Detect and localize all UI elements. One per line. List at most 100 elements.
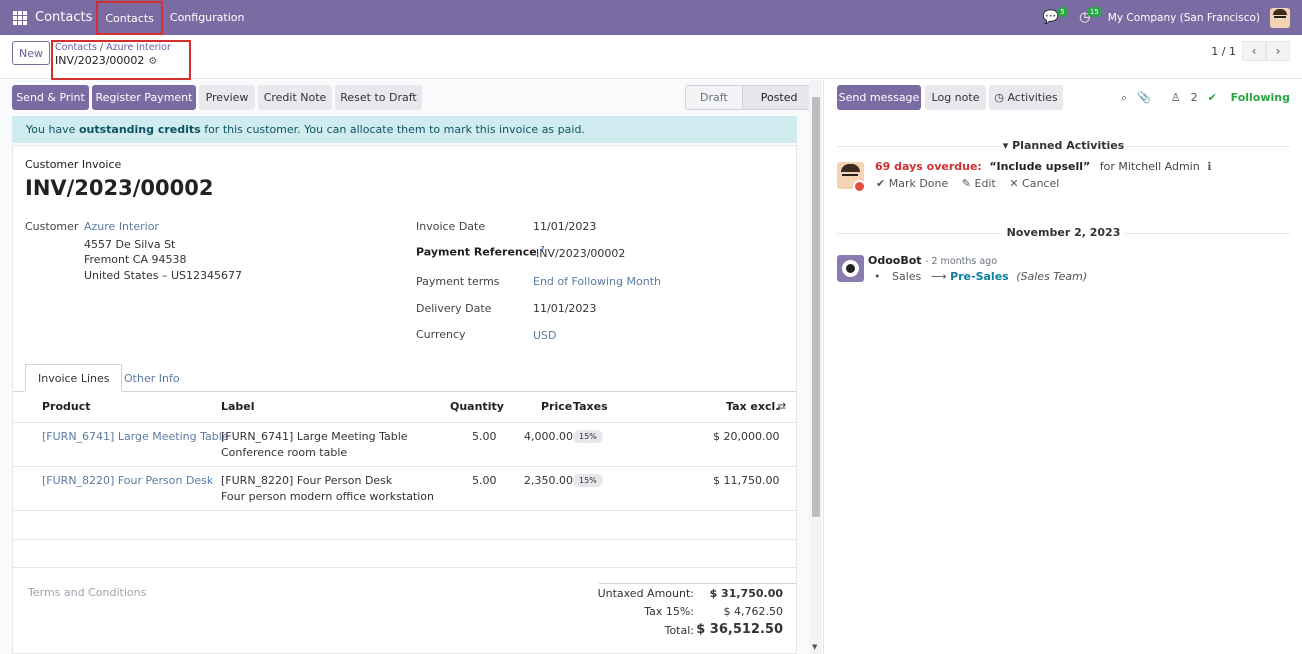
gear-icon[interactable]: ⚙	[148, 56, 157, 67]
chatter-panel: Send message Log note ◷ Activities ⌕ 📎 ♙…	[823, 80, 1302, 654]
pager-value[interactable]: 1 / 1	[1211, 45, 1236, 58]
column-settings-icon[interactable]: ⇄	[777, 400, 786, 413]
company-switcher[interactable]: My Company (San Francisco)	[1108, 12, 1260, 24]
column-price[interactable]: Price	[541, 400, 572, 413]
activity-header: 69 days overdue: “Include upsell” for Mi…	[875, 160, 1211, 173]
menu-configuration[interactable]: Configuration	[163, 0, 252, 35]
edit-activity-button[interactable]: ✎ Edit	[962, 177, 996, 190]
followers-button[interactable]: ♙ 2	[1161, 91, 1198, 104]
alert-text-prefix: You have	[26, 123, 76, 136]
clock-icon: ◷	[994, 91, 1004, 104]
column-taxes[interactable]: Taxes	[573, 400, 608, 413]
following-button[interactable]: ✔ Following	[1208, 91, 1290, 104]
activities-clock-icon[interactable]: ◷ 15	[1074, 6, 1102, 29]
tax-label: Tax 15%:	[644, 605, 694, 618]
messages-badge: 5	[1057, 6, 1068, 17]
row-2-quantity[interactable]: 5.00	[472, 474, 497, 487]
payment-reference-field[interactable]: INV/2023/00002	[536, 247, 625, 260]
caret-down-icon: ▾	[1002, 139, 1009, 152]
row-1-label-line-1[interactable]: [FURN_6741] Large Meeting Table	[221, 430, 408, 443]
tab-invoice-lines[interactable]: Invoice Lines	[25, 364, 123, 392]
row-2-label-line-2[interactable]: Four person modern office workstation	[221, 490, 434, 503]
pager-previous-icon[interactable]: ‹	[1242, 41, 1266, 61]
bullet: •	[874, 270, 881, 283]
activity-assignee: for Mitchell Admin	[1099, 160, 1200, 173]
control-panel: New Contacts / Azure Interior INV/2023/000…	[0, 35, 1302, 80]
reset-to-draft-button[interactable]: Reset to Draft	[335, 85, 422, 110]
activity-type-icon	[853, 180, 866, 193]
tab-other-info[interactable]: Other Info	[112, 364, 192, 392]
terms-and-conditions-field[interactable]: Terms and Conditions	[28, 586, 146, 599]
planned-activities-title: Planned Activities	[1012, 139, 1125, 152]
user-avatar[interactable]	[1270, 7, 1290, 28]
invoice-number: INV/2023/00002	[25, 176, 214, 200]
row-divider	[13, 422, 796, 423]
currency-field[interactable]: USD	[533, 329, 557, 342]
row-1-quantity[interactable]: 5.00	[472, 430, 497, 443]
send-message-button[interactable]: Send message	[837, 85, 921, 110]
section-rule-right	[1125, 233, 1290, 234]
customer-label: Customer	[25, 220, 79, 233]
activities-button[interactable]: ◷ Activities	[989, 85, 1063, 110]
pager-next-icon[interactable]: ›	[1266, 41, 1290, 61]
form-scrollbar[interactable]: ▼	[809, 80, 822, 654]
mark-done-button[interactable]: ✔ Mark Done	[876, 177, 948, 190]
tracking-value: • Sales ⟶ Pre-Sales (Sales Team)	[874, 270, 1087, 283]
odoobot-avatar[interactable]	[837, 255, 864, 282]
column-label[interactable]: Label	[221, 400, 255, 413]
credit-note-button[interactable]: Credit Note	[258, 85, 332, 110]
paperclip-icon[interactable]: 📎	[1137, 91, 1151, 104]
row-1-label-line-2[interactable]: Conference room table	[221, 446, 347, 459]
user-icon: ♙	[1170, 91, 1181, 104]
row-2-price[interactable]: 2,350.00	[524, 474, 573, 487]
pager: 1 / 1 ‹ ›	[1211, 41, 1290, 61]
payment-reference-label: Payment Reference ?	[416, 245, 545, 259]
row-1-price[interactable]: 4,000.00	[524, 430, 573, 443]
send-print-button[interactable]: Send & Print	[12, 85, 89, 110]
row-divider	[13, 567, 796, 568]
tracking-field-old: Sales	[892, 270, 922, 283]
new-button[interactable]: New	[12, 41, 50, 65]
row-2-product[interactable]: [FURN_8220] Four Person Desk	[42, 474, 213, 487]
outstanding-credits-link[interactable]: outstanding credits	[79, 123, 201, 136]
invoice-date-field[interactable]: 11/01/2023	[533, 220, 596, 233]
row-2-label-line-1[interactable]: [FURN_8220] Four Person Desk	[221, 474, 392, 487]
breadcrumb-azure-interior[interactable]: Azure Interior	[106, 42, 171, 53]
payment-terms-field[interactable]: End of Following Month	[533, 275, 661, 288]
messages-icon[interactable]: 💬 5	[1040, 6, 1068, 29]
totals-divider	[599, 583, 796, 584]
column-product[interactable]: Product	[42, 400, 91, 413]
planned-activities-toggle[interactable]: ▾ Planned Activities	[824, 139, 1302, 152]
activities-button-label: Activities	[1007, 91, 1058, 104]
row-divider	[13, 466, 796, 467]
row-2-tax-badge[interactable]: 15%	[573, 474, 603, 487]
payment-terms-label: Payment terms	[416, 275, 500, 288]
info-icon[interactable]: ℹ	[1207, 160, 1211, 173]
cancel-activity-button[interactable]: ✕ Cancel	[1009, 177, 1059, 190]
row-divider	[13, 510, 796, 511]
message-time: - 2 months ago	[925, 256, 998, 267]
app-name[interactable]: Contacts	[35, 10, 92, 25]
current-record-name: INV/2023/00002	[55, 54, 145, 67]
column-quantity[interactable]: Quantity	[450, 400, 504, 413]
column-tax-excl[interactable]: Tax excl.	[726, 400, 779, 413]
row-1-tax-badge[interactable]: 15%	[573, 430, 603, 443]
preview-button[interactable]: Preview	[199, 85, 255, 110]
breadcrumb-contacts[interactable]: Contacts	[55, 42, 97, 53]
arrow-right-icon: ⟶	[930, 270, 947, 283]
scroll-down-icon[interactable]: ▼	[812, 643, 817, 651]
search-icon[interactable]: ⌕	[1121, 91, 1127, 105]
delivery-date-field[interactable]: 11/01/2023	[533, 302, 596, 315]
address-line-2: Fremont CA 94538	[84, 253, 187, 266]
log-note-button[interactable]: Log note	[925, 85, 986, 110]
row-1-product[interactable]: [FURN_6741] Large Meeting Table	[42, 430, 229, 443]
status-draft[interactable]: Draft	[685, 85, 743, 110]
status-posted[interactable]: Posted	[742, 85, 813, 110]
menu-contacts[interactable]: Contacts	[96, 1, 163, 35]
message-author[interactable]: OdooBot	[868, 254, 922, 267]
apps-menu-icon[interactable]	[13, 10, 27, 25]
customer-field[interactable]: Azure Interior	[84, 220, 159, 233]
scrollbar-thumb[interactable]	[812, 97, 820, 517]
register-payment-button[interactable]: Register Payment	[92, 85, 196, 110]
invoice-date-label: Invoice Date	[416, 220, 486, 233]
